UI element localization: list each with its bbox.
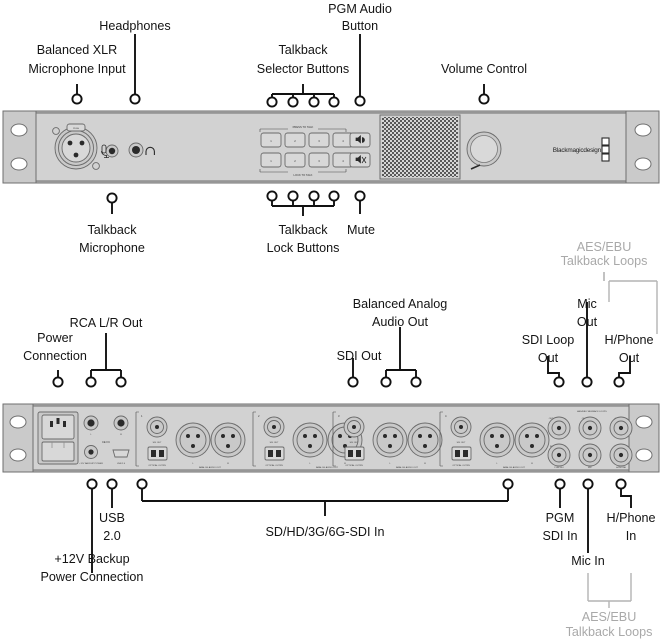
certification-marks: CE FC: [102, 440, 110, 444]
optical-label-1: OPTICAL OUT/IN: [148, 464, 166, 467]
callout-mic-out-line2: Out: [577, 315, 598, 329]
callout-mute: Mute: [347, 223, 375, 237]
callout-power-connection-line2: Connection: [23, 349, 87, 363]
callout-balanced-analog-audio-out-line1: Balanced Analog: [353, 297, 448, 311]
callout-headphones: Headphones: [99, 19, 170, 33]
callout-12v-backup-line2: Power Connection: [41, 570, 144, 584]
backup-power-label: +12V BACKUP POWER: [79, 462, 103, 465]
callout-hphone-in-line1: H/Phone: [606, 511, 655, 525]
callout-balanced-xlr-microphone-input-line1: Balanced XLR: [37, 43, 118, 57]
callout-hphone-out-line2: Out: [619, 351, 640, 365]
rear-panel-device: L R CE FC +12V BACKUP POWER USB 2.0 1 SD…: [2, 403, 660, 473]
lock-to-talk-label: LOCK TO TALK: [294, 173, 313, 177]
callout-mic-out-line1: Mic: [577, 297, 597, 311]
dim-aes-ebu-top-line2: Talkback Loops: [561, 254, 648, 268]
optical-port-1: [147, 446, 168, 461]
led-indicator-2: [601, 145, 610, 154]
callout-pgm-audio-button-line1: PGM Audio: [328, 2, 392, 16]
callout-mic-in: Mic In: [571, 554, 605, 568]
power-connection-iec-inlet: [37, 411, 79, 465]
bnc-group-label-mic: MIC: [588, 467, 592, 469]
callout-sdi-out: SDI Out: [337, 349, 382, 363]
callout-talkback-selector-buttons-line1: Talkback: [279, 43, 329, 57]
analog-audio-out-label-1: ANALOG AUDIO OUT: [199, 466, 221, 469]
dim-aes-ebu-bottom-line2: Talkback Loops: [566, 625, 653, 639]
brand-label: Blackmagicdesign: [553, 147, 602, 154]
callout-talkback-lock-buttons-line2: Lock Buttons: [267, 241, 340, 255]
analog-audio-out-label-3: ANALOG AUDIO OUT: [396, 466, 418, 469]
aes-ebu-talkback-loops-top: AES/EBU Talkback Loops: [561, 240, 658, 334]
optical-port-2: [264, 446, 285, 461]
optical-label-2: OPTICAL OUT/IN: [265, 464, 283, 467]
callout-hphone-out-line1: H/Phone: [604, 333, 653, 347]
usb-label: USB 2.0: [117, 463, 126, 465]
callout-talkback-microphone-line2: Microphone: [79, 241, 145, 255]
front-bottom-leaders: [106, 190, 366, 216]
callout-power-connection-line1: Power: [37, 331, 73, 345]
rear-bottom-callout-text: +12V Backup Power Connection USB 2.0 SD/…: [41, 511, 656, 584]
callout-usb-line1: USB: [99, 511, 125, 525]
front-panel-device: PUSH PRESS TO TALK LOCK TO TALK 1 2 3 4 …: [2, 110, 660, 184]
bnc-group-label-pgm-sdi: PGM SDI: [554, 467, 564, 469]
callout-balanced-xlr-microphone-input-line2: Microphone Input: [28, 62, 126, 76]
callout-sdi-loop-out-line2: Out: [538, 351, 559, 365]
panel-connection-diagram: Balanced XLR Microphone Input Headphones…: [0, 0, 662, 643]
front-bottom-callout-text: Talkback Microphone Talkback Lock Button…: [79, 223, 375, 255]
analog-audio-out-label-2: ANALOG AUDIO OUT: [316, 466, 338, 469]
callout-talkback-selector-buttons-line2: Selector Buttons: [257, 62, 349, 76]
front-top-callout-text: Balanced XLR Microphone Input Headphones…: [28, 2, 527, 76]
callout-balanced-analog-audio-out-line2: Audio Out: [372, 315, 429, 329]
led-indicator-3: [601, 153, 610, 162]
callout-hphone-in-line2: In: [626, 529, 637, 543]
callout-pgm-sdi-in-line1: PGM: [546, 511, 575, 525]
press-to-talk-label: PRESS TO TALK: [293, 125, 314, 129]
optical-label-3: OPTICAL OUT/IN: [345, 464, 363, 467]
sdi-out-label-4: SDI OUT: [457, 442, 467, 444]
optical-label-4: OPTICAL OUT/IN: [452, 464, 470, 467]
callout-12v-backup-line1: +12V Backup: [54, 552, 129, 566]
callout-pgm-sdi-in-line2: SDI In: [543, 529, 578, 543]
analog-audio-out-label-4: ANALOG AUDIO OUT: [503, 466, 525, 469]
rear-top-callout-text: Power Connection RCA L/R Out SDI Out Bal…: [23, 297, 653, 365]
fuse-holder: [41, 441, 75, 462]
callout-talkback-lock-buttons-line1: Talkback: [279, 223, 329, 237]
led-indicator-1: [601, 137, 610, 146]
callout-usb-line2: 2.0: [103, 529, 121, 543]
bnc-group-label-hphone: H/PHONE: [616, 467, 627, 469]
callout-volume-control: Volume Control: [441, 62, 527, 76]
xlr-push-label: PUSH: [73, 128, 79, 130]
callout-pgm-audio-button-line2: Button: [342, 19, 378, 33]
speaker-grille: [379, 114, 461, 180]
sdi-out-label-3: SDI OUT: [350, 442, 360, 444]
sdi-out-label-1: SDI OUT: [153, 442, 163, 444]
callout-sd-hd-3g-6g-sdi-in: SD/HD/3G/6G-SDI In: [266, 525, 385, 539]
callout-sdi-loop-out-line1: SDI Loop: [522, 333, 575, 347]
callout-talkback-microphone-line1: Talkback: [88, 223, 138, 237]
aes-group-label: AES/EBU TALKBACK LOOPS: [577, 410, 607, 413]
aes-ebu-talkback-loops-bottom: AES/EBU Talkback Loops: [566, 573, 653, 639]
sdi-out-label-2: SDI OUT: [270, 442, 280, 444]
callout-rca-lr-out: RCA L/R Out: [70, 316, 143, 330]
dim-aes-ebu-bottom-line1: AES/EBU: [582, 610, 637, 624]
optical-port-4: [451, 446, 472, 461]
optical-port-3: [344, 446, 365, 461]
dim-aes-ebu-top-line1: AES/EBU: [577, 240, 632, 254]
